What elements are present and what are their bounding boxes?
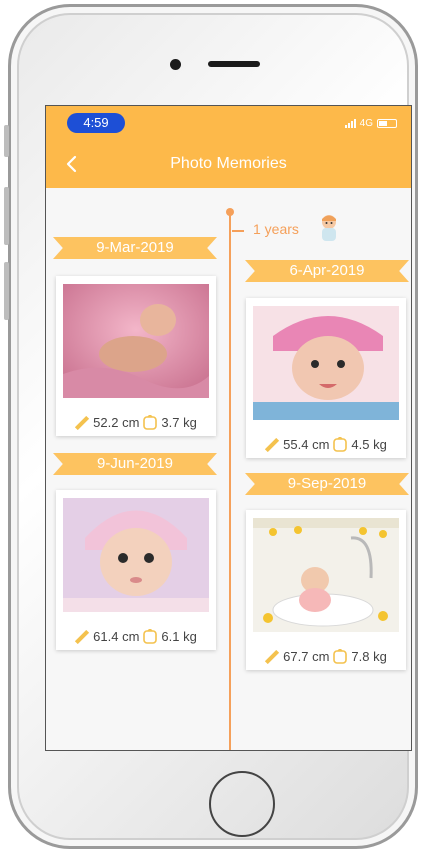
status-indicators: 4G bbox=[344, 116, 397, 130]
year-tick bbox=[232, 230, 244, 232]
timeline-line bbox=[229, 213, 231, 750]
photo-card-4[interactable]: 67.7 cm 7.8 kg bbox=[246, 510, 406, 670]
date-ribbon-3: 9-Jun-2019 bbox=[53, 453, 217, 475]
measurements-3: 61.4 cm 6.1 kg bbox=[56, 629, 216, 644]
scale-icon bbox=[333, 649, 348, 664]
ruler-icon bbox=[265, 437, 280, 452]
measurements-1: 52.2 cm 3.7 kg bbox=[56, 415, 216, 430]
earpiece-speaker bbox=[208, 61, 260, 67]
weight-value-2: 4.5 kg bbox=[351, 437, 387, 452]
ruler-icon bbox=[75, 415, 90, 430]
app-screen: 4:59 4G Photo Memories 1 years 9-Mar-201… bbox=[45, 105, 412, 751]
timeline-start-dot bbox=[226, 208, 234, 216]
status-bar: 4:59 4G bbox=[46, 106, 411, 140]
photo-card-2[interactable]: 55.4 cm 4.5 kg bbox=[246, 298, 406, 458]
ruler-icon bbox=[265, 649, 280, 664]
height-value-3: 61.4 cm bbox=[93, 629, 140, 644]
baby-photo-2 bbox=[253, 306, 399, 420]
status-time: 4:59 bbox=[67, 113, 125, 133]
date-ribbon-2: 6-Apr-2019 bbox=[245, 260, 409, 282]
scale-icon bbox=[143, 629, 158, 644]
ruler-icon bbox=[75, 629, 90, 644]
photo-card-3[interactable]: 61.4 cm 6.1 kg bbox=[56, 490, 216, 650]
height-value-4: 67.7 cm bbox=[283, 649, 330, 664]
mute-switch bbox=[4, 125, 9, 157]
photo-card-1[interactable]: 52.2 cm 3.7 kg bbox=[56, 276, 216, 436]
page-title: Photo Memories bbox=[170, 155, 287, 172]
baby-photo-4 bbox=[253, 518, 399, 632]
weight-value-4: 7.8 kg bbox=[351, 649, 387, 664]
height-value-2: 55.4 cm bbox=[283, 437, 330, 452]
weight-value-3: 6.1 kg bbox=[161, 629, 197, 644]
nav-bar: Photo Memories bbox=[46, 140, 411, 188]
year-label: 1 years bbox=[253, 221, 299, 237]
network-type: 4G bbox=[359, 117, 373, 129]
signal-icon bbox=[344, 118, 356, 128]
battery-icon bbox=[377, 118, 397, 128]
weight-value-1: 3.7 kg bbox=[161, 415, 197, 430]
measurements-2: 55.4 cm 4.5 kg bbox=[246, 437, 406, 452]
baby-icon bbox=[322, 215, 336, 241]
baby-photo-3 bbox=[63, 498, 209, 612]
date-ribbon-1: 9-Mar-2019 bbox=[53, 237, 217, 259]
volume-down-button bbox=[4, 262, 9, 320]
height-value-1: 52.2 cm bbox=[93, 415, 140, 430]
measurements-4: 67.7 cm 7.8 kg bbox=[246, 649, 406, 664]
home-button[interactable] bbox=[209, 771, 275, 837]
date-ribbon-4: 9-Sep-2019 bbox=[245, 473, 409, 495]
baby-photo-1 bbox=[63, 284, 209, 398]
volume-up-button bbox=[4, 187, 9, 245]
front-camera bbox=[170, 59, 181, 70]
scale-icon bbox=[333, 437, 348, 452]
scale-icon bbox=[143, 415, 158, 430]
